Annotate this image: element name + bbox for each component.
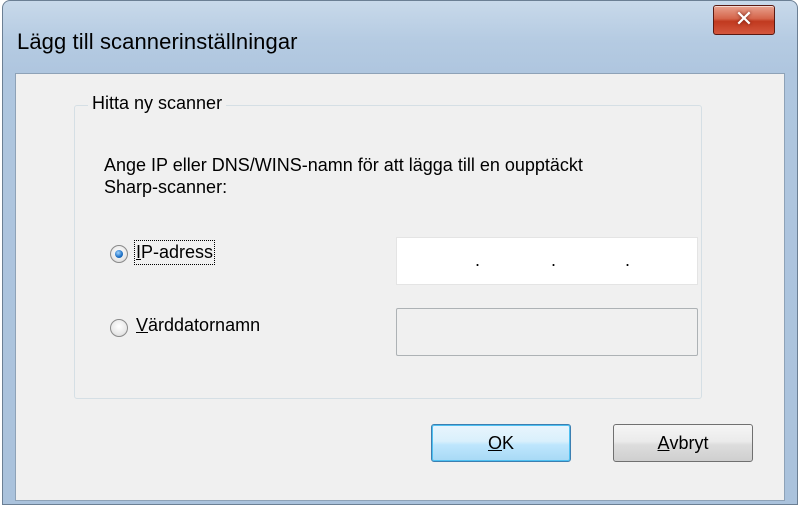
ok-button[interactable]: OK <box>431 424 571 462</box>
host-name-input[interactable] <box>396 308 698 356</box>
close-icon: ✕ <box>734 7 754 32</box>
host-name-radio[interactable] <box>110 319 128 337</box>
ip-separator-2: . <box>551 250 557 270</box>
ip-separator-3: . <box>625 250 631 270</box>
ip-address-input[interactable]: . . . <box>396 237 698 285</box>
title-bar[interactable]: Lägg till scannerinställningar ✕ <box>3 1 797 73</box>
close-button[interactable]: ✕ <box>713 5 775 35</box>
host-name-label[interactable]: Värddatornamn <box>136 315 260 336</box>
cancel-button[interactable]: Avbryt <box>613 424 753 462</box>
instruction-text: Ange IP eller DNS/WINS-namn för att lägg… <box>104 155 583 197</box>
dialog-window: Lägg till scannerinställningar ✕ Hitta n… <box>2 0 798 505</box>
groupbox-label: Hitta ny scanner <box>88 93 227 114</box>
ip-address-radio[interactable] <box>110 245 128 263</box>
window-title: Lägg till scannerinställningar <box>17 29 298 54</box>
dialog-client-area: Hitta ny scanner Ange IP eller DNS/WINS-… <box>15 73 785 501</box>
ip-separator-1: . <box>475 250 481 270</box>
ip-address-label[interactable]: IP-adress <box>133 240 216 265</box>
